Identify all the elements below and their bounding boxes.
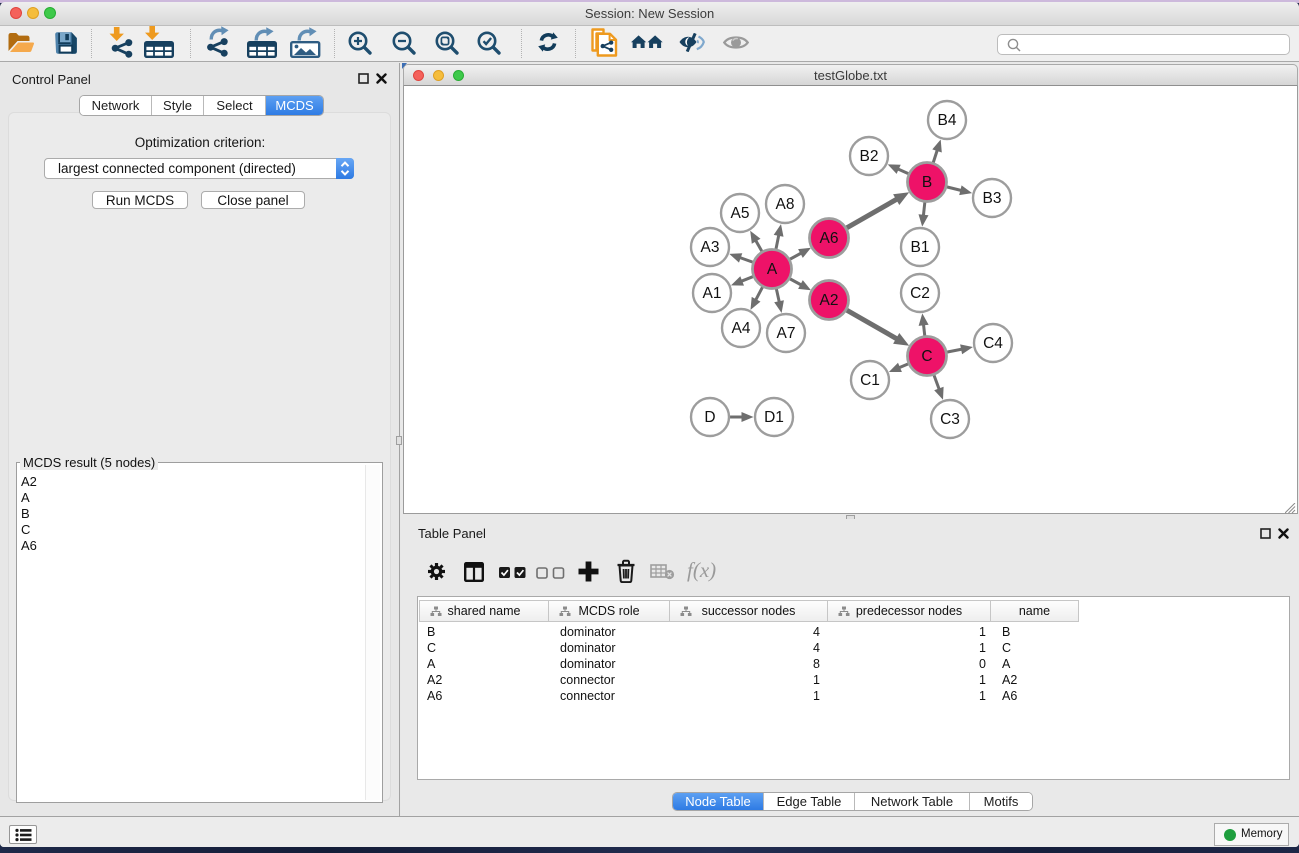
svg-text:B2: B2 [860,148,879,165]
svg-text:B4: B4 [938,112,957,129]
svg-text:B1: B1 [911,239,930,256]
svg-text:D: D [704,409,715,426]
svg-text:A3: A3 [701,239,720,256]
svg-text:A7: A7 [777,325,796,342]
svg-text:C3: C3 [940,411,960,428]
svg-text:D1: D1 [764,409,784,426]
svg-text:A5: A5 [731,205,750,222]
svg-text:A8: A8 [776,196,795,213]
svg-text:A4: A4 [732,320,751,337]
svg-text:A2: A2 [820,292,839,309]
svg-text:B3: B3 [983,190,1002,207]
svg-text:C: C [921,348,932,365]
svg-text:A1: A1 [703,285,722,302]
svg-text:C1: C1 [860,372,880,389]
svg-text:B: B [922,174,932,191]
svg-text:A6: A6 [820,230,839,247]
svg-text:C2: C2 [910,285,930,302]
svg-text:C4: C4 [983,335,1003,352]
svg-text:A: A [767,261,778,278]
